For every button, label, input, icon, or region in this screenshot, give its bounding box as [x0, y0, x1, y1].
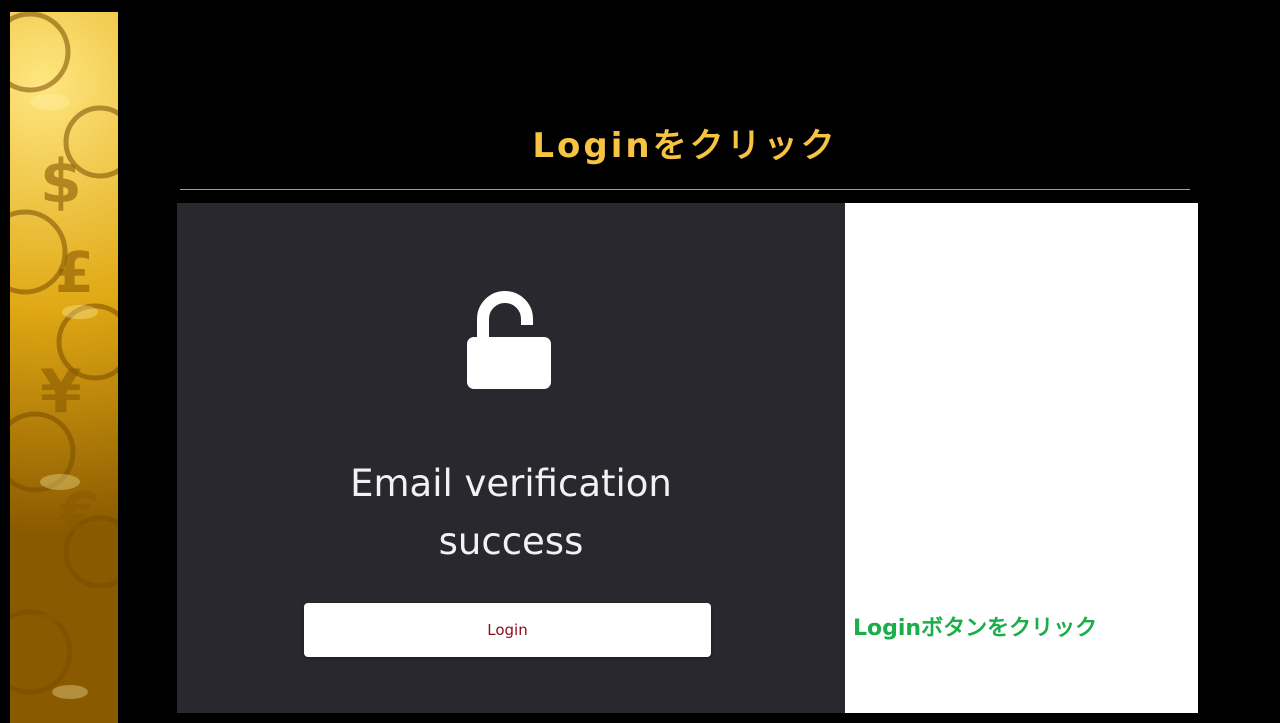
title-divider — [180, 189, 1190, 190]
unlock-icon — [467, 291, 551, 389]
instruction-panel: Loginボタンをクリック — [845, 203, 1198, 713]
svg-text:¥: ¥ — [40, 357, 82, 427]
verification-message-line1: Email verification — [350, 462, 672, 505]
gold-currency-decoration: $ £ ¥ € £ — [10, 12, 118, 723]
verification-message: Email verification success — [177, 455, 845, 571]
svg-text:£: £ — [35, 571, 74, 636]
verification-message-line2: success — [438, 520, 584, 563]
instruction-text: Loginボタンをクリック — [853, 616, 1098, 641]
svg-text:€: € — [58, 481, 99, 546]
slide-title: Loginをクリック — [532, 126, 838, 166]
svg-text:$: $ — [40, 147, 82, 217]
slide: $ £ ¥ € £ Loginをクリック Email verification … — [0, 0, 1280, 723]
svg-text:£: £ — [55, 241, 94, 306]
app-screenshot-panel: Email verification success Login — [177, 203, 845, 713]
login-button[interactable]: Login — [304, 603, 711, 657]
